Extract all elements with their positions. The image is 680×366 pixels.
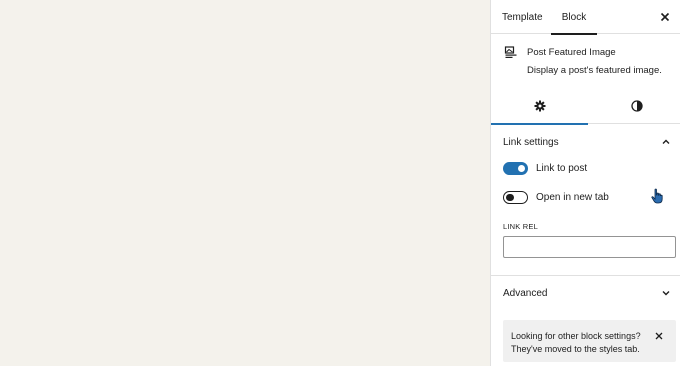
post-featured-image-icon xyxy=(504,45,518,59)
half-circle-contrast-icon xyxy=(631,100,643,112)
tab-block-label: Block xyxy=(561,12,587,23)
styles-moved-notice: Looking for other block settings? They'v… xyxy=(503,320,676,362)
block-settings-sidebar: Template Block Post Featured Image Displ… xyxy=(490,0,680,366)
toggle-knob xyxy=(518,165,525,172)
tab-template-label: Template xyxy=(502,12,543,23)
block-card: Post Featured Image Display a post's fea… xyxy=(491,34,680,88)
block-title: Post Featured Image xyxy=(527,47,616,58)
hand-pointer-cursor-icon xyxy=(651,188,663,204)
link-settings-title[interactable]: Link settings xyxy=(503,137,559,148)
sidebar-tab-bar: Template Block xyxy=(491,0,680,35)
link-rel-label: LINK REL xyxy=(503,222,538,231)
close-sidebar-button[interactable] xyxy=(658,10,672,24)
editor-canvas[interactable] xyxy=(0,0,490,366)
open-new-tab-toggle[interactable] xyxy=(503,191,528,204)
close-icon xyxy=(655,332,663,340)
advanced-panel[interactable]: Advanced xyxy=(491,276,680,310)
link-rel-input[interactable] xyxy=(503,236,676,258)
chevron-down-icon[interactable] xyxy=(661,288,671,298)
tab-styles[interactable] xyxy=(588,88,680,124)
tab-template[interactable]: Template xyxy=(502,0,546,34)
link-to-post-label: Link to post xyxy=(536,163,588,174)
chevron-up-icon[interactable] xyxy=(661,137,671,147)
notice-text: Looking for other block settings? They'v… xyxy=(511,331,641,354)
gear-icon xyxy=(534,100,546,112)
link-to-post-toggle[interactable] xyxy=(503,162,528,175)
close-icon xyxy=(660,12,670,22)
advanced-title[interactable]: Advanced xyxy=(503,288,547,299)
settings-styles-tabs xyxy=(491,88,680,125)
tab-block[interactable]: Block xyxy=(551,0,597,35)
toggle-knob xyxy=(506,193,514,202)
block-description: Display a post's featured image. xyxy=(527,65,662,76)
dismiss-notice-button[interactable] xyxy=(654,331,664,341)
tab-settings[interactable] xyxy=(491,88,588,125)
open-new-tab-label: Open in new tab xyxy=(536,192,609,203)
